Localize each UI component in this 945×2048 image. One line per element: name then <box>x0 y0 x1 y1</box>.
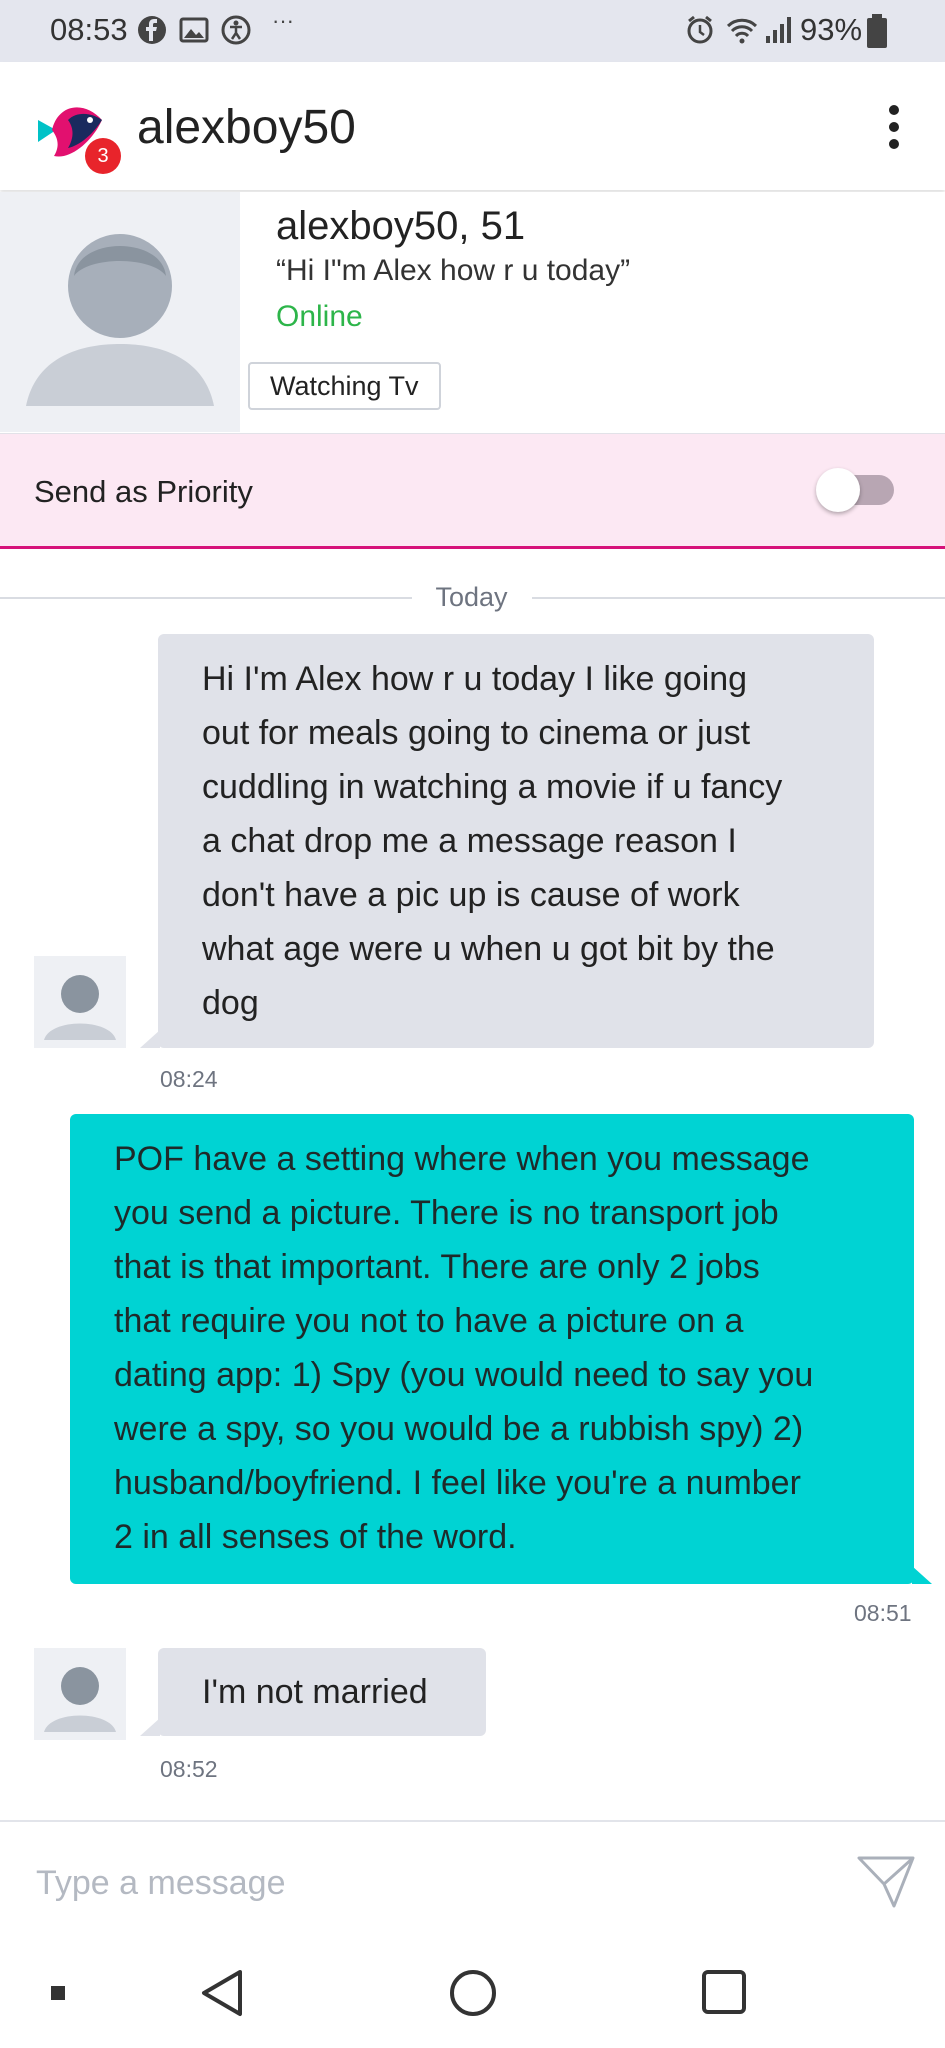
message-timestamp: 08:24 <box>160 1066 218 1092</box>
message-text: Hi I'm Alex how r u today I like going o… <box>202 652 782 1030</box>
app-header: 3 alexboy50 <box>0 62 945 190</box>
priority-toggle-knob[interactable] <box>816 468 860 512</box>
message-line: dog <box>202 984 259 1022</box>
status-bar: 08:53 ··· 93% <box>0 0 945 62</box>
battery-percent: 93% <box>800 12 863 47</box>
nav-dot-icon[interactable] <box>51 1986 65 2000</box>
more-dots-icon: ··· <box>272 8 294 33</box>
message-text: POF have a setting where when you messag… <box>114 1132 813 1564</box>
back-icon[interactable] <box>198 1968 246 2018</box>
divider-left <box>0 597 412 599</box>
system-nav-bar <box>0 1938 945 2048</box>
message-line: don't have a pic up is cause of work <box>202 876 740 914</box>
signal-icon <box>766 17 791 43</box>
profile-card[interactable]: alexboy50, 51 “Hi I"m Alex how r u today… <box>0 192 945 432</box>
message-composer <box>0 1820 945 1940</box>
message-line: dating app: 1) Spy (you would need to sa… <box>114 1356 814 1394</box>
message-line: that is that important. There are only 2… <box>114 1248 760 1286</box>
message-line: a chat drop me a message reason I <box>202 822 737 860</box>
accessibility-icon <box>221 15 251 45</box>
profile-name-age: alexboy50, 51 <box>276 204 526 248</box>
bubble-tail <box>912 1566 932 1584</box>
message-line: Hi I'm Alex how r u today I like going <box>202 660 748 698</box>
avatar[interactable] <box>0 192 240 432</box>
message-line: out for meals going to cinema or just <box>202 714 751 752</box>
message-line: 2 in all senses of the word. <box>114 1518 517 1556</box>
message-line: POF have a setting where when you messag… <box>114 1140 810 1178</box>
message-bubble-incoming[interactable]: Hi I'm Alex how r u today I like going o… <box>158 634 874 1048</box>
date-divider: Today <box>435 582 508 612</box>
profile-tagline: “Hi I"m Alex how r u today” <box>276 254 631 287</box>
message-timestamp: 08:51 <box>854 1600 912 1626</box>
send-icon[interactable] <box>856 1854 916 1910</box>
default-avatar-icon <box>44 1667 116 1732</box>
priority-label: Send as Priority <box>34 474 253 509</box>
message-line: that require you not to have a picture o… <box>114 1302 744 1340</box>
sender-avatar[interactable] <box>34 956 126 1048</box>
message-input[interactable] <box>34 1856 818 1910</box>
bubble-tail <box>140 1030 160 1048</box>
priority-row: Send as Priority <box>0 433 945 549</box>
message-bubble-incoming[interactable]: I'm not married <box>158 1648 486 1736</box>
recents-icon[interactable] <box>700 1968 748 2016</box>
message-line: cuddling in watching a movie if u fancy <box>202 768 783 806</box>
chat-title: alexboy50 <box>137 101 356 154</box>
message-line: husband/boyfriend. I feel like you're a … <box>114 1464 801 1502</box>
message-line: were a spy, so you would be a rubbish sp… <box>114 1410 804 1448</box>
message-timestamp: 08:52 <box>160 1756 218 1782</box>
home-icon[interactable] <box>448 1968 498 2018</box>
online-status: Online <box>276 300 363 333</box>
message-line: what age were u when u got bit by the <box>202 930 775 968</box>
message-line: I'm not married <box>202 1673 428 1711</box>
sender-avatar[interactable] <box>34 1648 126 1740</box>
facebook-icon <box>138 16 166 44</box>
wifi-icon <box>726 18 758 44</box>
battery-icon <box>867 14 887 48</box>
bubble-tail <box>140 1718 160 1736</box>
default-avatar-icon <box>44 975 116 1040</box>
divider-right <box>532 597 945 599</box>
message-bubble-outgoing[interactable]: POF have a setting where when you messag… <box>70 1114 914 1584</box>
more-vertical-icon[interactable] <box>878 102 910 152</box>
default-avatar-icon <box>26 234 214 406</box>
activity-tag: Watching Tv <box>248 362 441 410</box>
message-line: you send a picture. There is no transpor… <box>114 1194 779 1232</box>
status-time: 08:53 <box>50 12 128 47</box>
notification-badge: 3 <box>85 138 121 174</box>
message-text: I'm not married <box>202 1665 428 1719</box>
alarm-icon <box>687 15 713 44</box>
gallery-icon <box>179 17 209 43</box>
